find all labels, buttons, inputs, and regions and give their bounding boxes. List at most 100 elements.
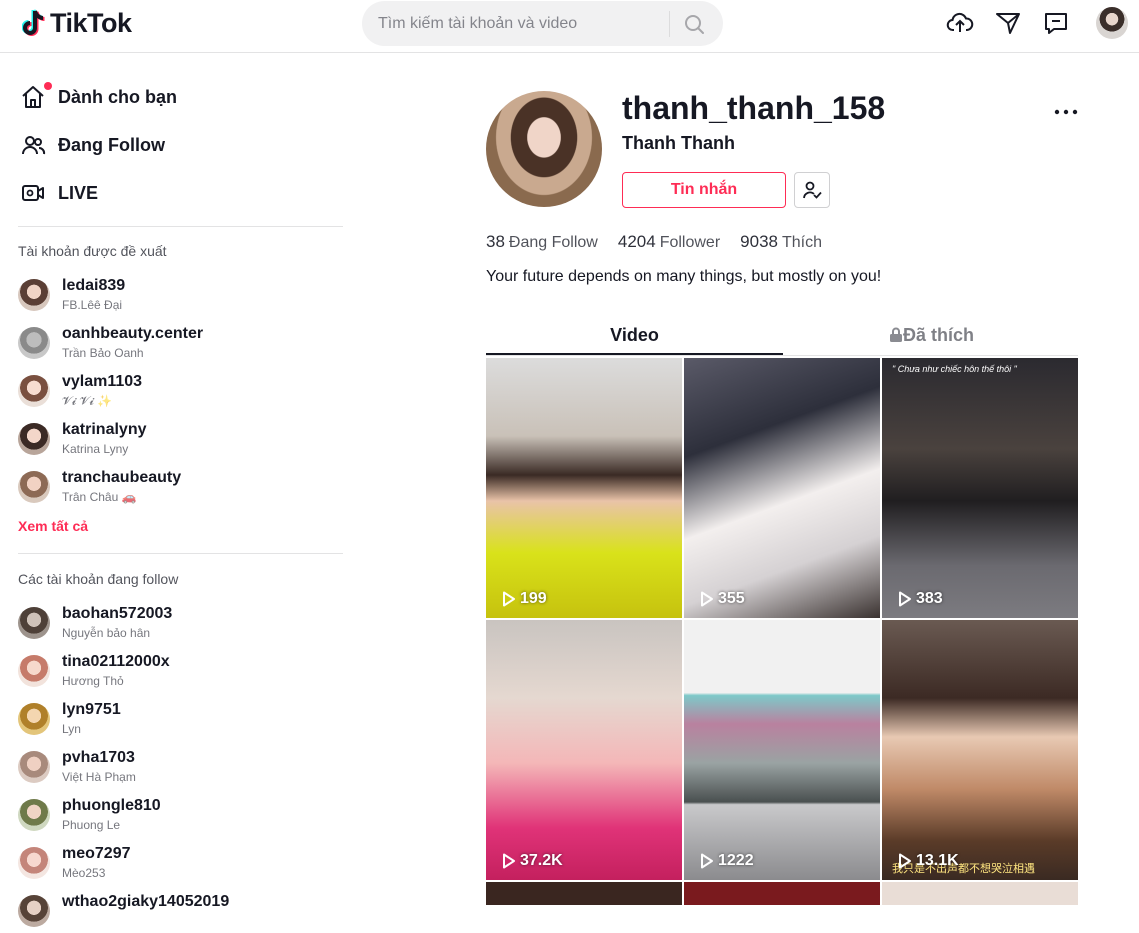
video-thumbnail[interactable] [882,882,1078,905]
avatar [18,279,50,311]
user-avatar[interactable] [1096,7,1128,39]
suggested-account[interactable]: tranchaubeauty Trân Châu 🚗 [18,469,338,509]
username: oanhbeauty.center [62,325,204,342]
tab-label: Đã thích [902,325,974,345]
stat-value: 38 [486,232,505,251]
nav-live[interactable]: LIVE [20,178,98,208]
video-thumbnail[interactable]: 我只是不出声都不想哭泣相遇 13.1K [882,620,1078,880]
video-thumbnail[interactable]: " Chưa như chiếc hôn thế thôi " 383 [882,358,1078,618]
stat-following[interactable]: 38 Đang Follow [486,232,598,252]
upload-cloud-icon[interactable] [946,9,974,37]
username: lyn9751 [62,701,121,718]
tiktok-note-icon [22,8,45,36]
suggested-account[interactable]: ledai839 FB.Lêê Đại [18,277,338,317]
nav-label: Dành cho bạn [58,86,178,107]
stat-followers[interactable]: 4204 Follower [618,232,720,252]
nav-following[interactable]: Đang Follow [20,130,165,160]
avatar [18,703,50,735]
message-button[interactable]: Tin nhắn [622,172,786,208]
send-icon[interactable] [994,9,1022,37]
video-thumbnail[interactable] [684,882,880,905]
following-account[interactable]: baohan572003 Nguyễn bảo hân [18,605,338,645]
video-thumbnail[interactable] [486,882,682,905]
more-options-icon[interactable] [1052,100,1080,124]
tab-divider [486,355,1078,356]
video-thumbnail[interactable]: 199 [486,358,682,618]
top-header: TikTok [0,0,1139,53]
tab-label: Video [610,325,659,345]
video-thumbnail[interactable]: 1222 [684,620,880,880]
nickname: Trân Châu 🚗 [62,490,137,504]
username: baohan572003 [62,605,173,622]
nav-label: LIVE [58,182,99,203]
stat-value: 4204 [617,232,656,251]
avatar [18,375,50,407]
view-count-text: 1222 [718,852,754,869]
stat-label: Follower [659,234,721,251]
view-count: 1222 [700,852,754,870]
suggested-account[interactable]: katrinalyny Katrina Lyny [18,421,338,461]
search-bar [362,1,723,46]
avatar [18,799,50,831]
avatar [18,327,50,359]
logo-text: TikTok [50,8,132,38]
avatar [18,847,50,879]
stat-label: Thích [781,234,822,251]
following-account[interactable]: pvha1703 Việt Hà Phạm [18,749,338,789]
play-icon [503,853,515,869]
view-count: 37.2K [502,852,563,870]
live-icon [22,185,44,201]
video-thumbnail[interactable]: 355 [684,358,880,618]
following-title: Các tài khoản đang follow [18,571,179,587]
nickname: 𝓥𝓲 𝓥𝓲 ✨ [62,394,113,408]
following-account[interactable]: phuongle810 Phuong Le [18,797,338,837]
view-count-text: 355 [718,590,745,607]
nickname: Mèo253 [62,866,106,880]
username: ledai839 [62,277,126,294]
following-account[interactable]: wthao2giaky14052019 [18,893,338,933]
view-count: 383 [898,590,943,608]
play-icon [701,853,713,869]
nickname: FB.Lêê Đại [62,298,123,312]
lock-icon [889,327,902,342]
divider [18,553,343,554]
avatar [18,895,50,927]
avatar [18,471,50,503]
user-check-icon [803,181,822,199]
nickname: Hương Thỏ [62,674,124,688]
search-icon[interactable] [680,12,710,36]
suggested-account[interactable]: oanhbeauty.center Trần Bảo Oanh [18,325,338,365]
nickname: Phuong Le [62,818,121,832]
profile-avatar [486,91,602,207]
view-count: 13.1K [898,852,959,870]
username: katrinalyny [62,421,147,438]
following-account[interactable]: meo7297 Mèo253 [18,845,338,885]
search-divider [669,11,670,37]
play-icon [701,591,713,607]
avatar [18,607,50,639]
play-icon [899,591,911,607]
tiktok-logo[interactable]: TikTok [22,8,132,39]
nickname: Katrina Lyny [62,442,129,456]
avatar [18,655,50,687]
nickname: Trần Bảo Oanh [62,346,144,360]
video-thumbnail[interactable]: 37.2K [486,620,682,880]
following-account[interactable]: lyn9751 Lyn [18,701,338,741]
following-account[interactable]: tina02112000x Hương Thỏ [18,653,338,693]
see-all-link[interactable]: Xem tất cả [18,518,88,534]
inbox-icon[interactable] [1042,9,1070,37]
nickname: Lyn [62,722,81,736]
users-icon [22,136,46,155]
username: wthao2giaky14052019 [62,893,230,910]
username: phuongle810 [62,797,161,814]
username: pvha1703 [62,749,135,766]
username: meo7297 [62,845,131,862]
view-count-text: 383 [916,590,943,607]
search-input[interactable] [378,1,668,46]
home-icon [22,86,44,108]
tab-video[interactable]: Video [486,325,783,355]
tab-liked[interactable]: Đã thích [783,325,1080,355]
nav-for-you[interactable]: Dành cho bạn [20,82,177,112]
suggested-account[interactable]: vylam1103 𝓥𝓲 𝓥𝓲 ✨ [18,373,338,413]
follow-status-button[interactable] [794,172,830,208]
